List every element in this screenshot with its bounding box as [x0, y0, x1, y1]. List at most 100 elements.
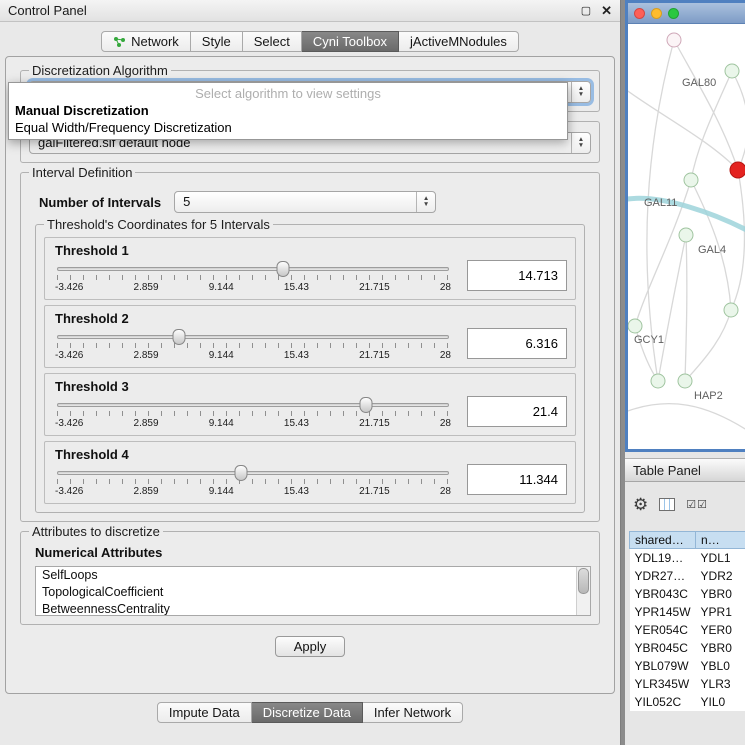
tab-network[interactable]: Network	[101, 31, 191, 52]
tick-label: 21.715	[359, 418, 390, 429]
list-scrollbar[interactable]	[576, 567, 590, 615]
network-node-gal4[interactable]	[679, 228, 693, 242]
table-cell[interactable]: YDR2	[696, 567, 745, 585]
slider-ticks	[57, 479, 449, 484]
network-node-hap2[interactable]	[678, 374, 692, 388]
table-cell[interactable]: YBL079W	[630, 657, 696, 675]
node-label: GCY1	[634, 334, 664, 346]
close-traffic-light-icon[interactable]	[634, 8, 645, 19]
table-row[interactable]: YDL19…YDL1	[630, 549, 745, 568]
popup-option-manual-discretization[interactable]: Manual Discretization	[9, 102, 567, 119]
tab-label: Infer Network	[374, 705, 451, 720]
slider-ticks	[57, 411, 449, 416]
threshold-2-value-field[interactable]: 6.316	[467, 328, 567, 359]
threshold-2-slider[interactable]: -3.4262.8599.14415.4321.71528	[53, 326, 453, 361]
select-columns-checkboxes-icon[interactable]: ☑☑	[686, 498, 708, 511]
slider-thumb[interactable]	[235, 465, 248, 481]
close-icon[interactable]: ✕	[601, 3, 612, 19]
table-row[interactable]: YBL079WYBL0	[630, 657, 745, 675]
list-item[interactable]: BetweennessCentrality	[36, 601, 576, 616]
table-cell[interactable]: YDR27…	[630, 567, 696, 585]
table-row[interactable]: YLR345WYLR3	[630, 675, 745, 693]
network-canvas[interactable]: GAL80GAL11GAL4GCY1HAP2	[628, 24, 745, 452]
table-row[interactable]: YBR045CYBR0	[630, 639, 745, 657]
tab-impute-data[interactable]: Impute Data	[157, 702, 252, 723]
table-cell[interactable]: YLR345W	[630, 675, 696, 693]
tab-jactivemnodules[interactable]: jActiveMNodules	[399, 31, 519, 52]
number-of-intervals-combobox[interactable]: 5 ▲▼	[174, 191, 436, 213]
tick-label: 21.715	[359, 350, 390, 361]
table-row[interactable]: YPR145WYPR1	[630, 603, 745, 621]
threshold-3-value-field[interactable]: 21.4	[467, 396, 567, 427]
network-node[interactable]	[730, 162, 745, 178]
network-node-gal11[interactable]	[684, 173, 698, 187]
popup-option-equal-width-frequency[interactable]: Equal Width/Frequency Discretization	[9, 119, 567, 136]
table-cell[interactable]: YDL19…	[630, 549, 696, 568]
table-cell[interactable]: YER0	[696, 621, 745, 639]
tab-select[interactable]: Select	[243, 31, 302, 52]
tab-style[interactable]: Style	[191, 31, 243, 52]
node-attribute-table: shared… n… YDL19…YDL1YDR27…YDR2YBR043CYB…	[629, 531, 745, 711]
threshold-4-slider[interactable]: -3.4262.8599.14415.4321.71528	[53, 462, 453, 497]
table-cell[interactable]: YPR145W	[630, 603, 696, 621]
scrollbar-thumb[interactable]	[578, 568, 589, 594]
table-panel-title: Table Panel	[633, 463, 701, 478]
slider-thumb[interactable]	[277, 261, 290, 277]
network-node[interactable]	[667, 33, 681, 47]
tick-label: 15.43	[284, 418, 309, 429]
slider-thumb[interactable]	[172, 329, 185, 345]
combo-stepper-icon[interactable]: ▲▼	[571, 82, 590, 102]
table-cell[interactable]: YBR0	[696, 639, 745, 657]
table-cell[interactable]: YBR045C	[630, 639, 696, 657]
threshold-1-value-field[interactable]: 14.713	[467, 260, 567, 291]
list-item[interactable]: SelfLoops	[36, 567, 576, 584]
combo-stepper-icon[interactable]: ▲▼	[416, 192, 435, 212]
table-row[interactable]: YDR27…YDR2	[630, 567, 745, 585]
table-cell[interactable]: YDL1	[696, 549, 745, 568]
slider-track[interactable]	[57, 267, 449, 271]
combo-stepper-icon[interactable]: ▲▼	[571, 133, 590, 153]
columns-icon[interactable]	[659, 498, 675, 511]
network-view-window: GAL80GAL11GAL4GCY1HAP2	[625, 0, 745, 452]
table-row[interactable]: YBR043CYBR0	[630, 585, 745, 603]
network-node[interactable]	[724, 303, 738, 317]
column-header-name[interactable]: n…	[696, 532, 745, 549]
network-node[interactable]	[651, 374, 665, 388]
threshold-1-panel: Threshold 1 -3.4262.8599.14415.4321.7152…	[44, 237, 576, 300]
list-item[interactable]: TopologicalCoefficient	[36, 584, 576, 601]
tick-label: 28	[440, 486, 451, 497]
table-cell[interactable]: YIL0	[696, 693, 745, 711]
algorithm-dropdown-popup: Select algorithm to view settings Manual…	[8, 82, 568, 140]
threshold-1-slider[interactable]: -3.4262.8599.14415.4321.71528	[53, 258, 453, 293]
column-header-shared-name[interactable]: shared…	[630, 532, 696, 549]
tick-label: 2.859	[134, 282, 159, 293]
apply-button[interactable]: Apply	[275, 636, 346, 657]
zoom-traffic-light-icon[interactable]	[668, 8, 679, 19]
panel-title: Control Panel	[8, 3, 87, 18]
group-title: Threshold's Coordinates for 5 Intervals	[44, 217, 273, 232]
slider-track[interactable]	[57, 403, 449, 407]
table-cell[interactable]: YBR043C	[630, 585, 696, 603]
tab-discretize-data[interactable]: Discretize Data	[252, 702, 363, 723]
table-cell[interactable]: YBL0	[696, 657, 745, 675]
table-cell[interactable]: YER054C	[630, 621, 696, 639]
table-row[interactable]: YER054CYER0	[630, 621, 745, 639]
table-cell[interactable]: YPR1	[696, 603, 745, 621]
tab-cyni-toolbox[interactable]: Cyni Toolbox	[302, 31, 399, 52]
threshold-4-value-field[interactable]: 11.344	[467, 464, 567, 495]
tick-label: -3.426	[55, 418, 83, 429]
network-node-gal80[interactable]	[725, 64, 739, 78]
network-node-gcy1[interactable]	[628, 319, 642, 333]
threshold-3-slider[interactable]: -3.4262.8599.14415.4321.71528	[53, 394, 453, 429]
table-cell[interactable]: YIL052C	[630, 693, 696, 711]
gear-icon[interactable]: ⚙	[633, 496, 648, 513]
float-window-icon[interactable]: ▢	[581, 4, 591, 17]
slider-thumb[interactable]	[360, 397, 373, 413]
slider-track[interactable]	[57, 335, 449, 339]
table-row[interactable]: YIL052CYIL0	[630, 693, 745, 711]
slider-track[interactable]	[57, 471, 449, 475]
tab-infer-network[interactable]: Infer Network	[363, 702, 463, 723]
table-cell[interactable]: YBR0	[696, 585, 745, 603]
table-cell[interactable]: YLR3	[696, 675, 745, 693]
minimize-traffic-light-icon[interactable]	[651, 8, 662, 19]
